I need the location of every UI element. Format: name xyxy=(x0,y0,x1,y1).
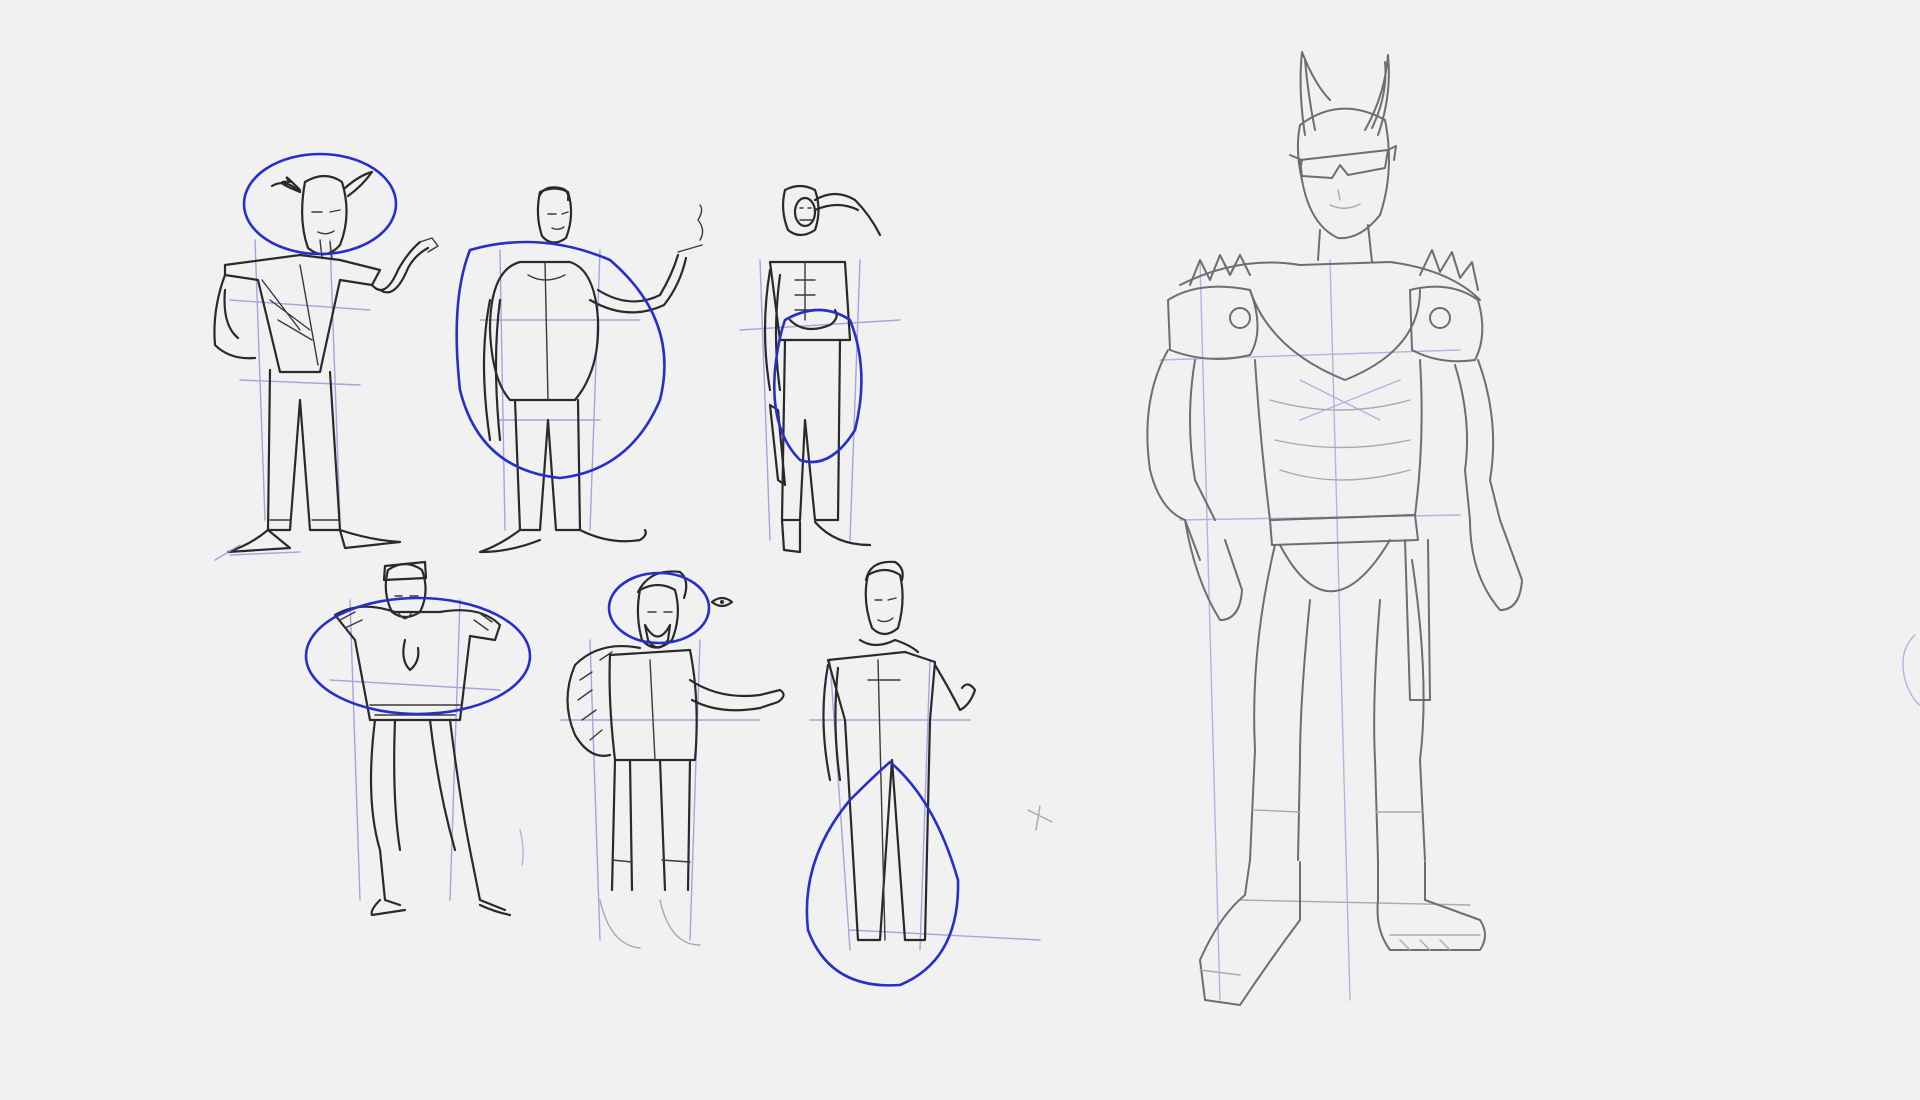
partial-edge-sketch xyxy=(1902,634,1920,706)
sketch-horned-man-in-suit xyxy=(213,152,439,561)
stray-pencil-mark xyxy=(1027,805,1053,831)
sketch-sheet xyxy=(213,51,1920,1006)
sketch-slender-man-with-cigarette xyxy=(455,186,704,554)
sketch-horned-demon-with-sunglasses xyxy=(1146,51,1523,1006)
stray-lavender-mark xyxy=(519,829,524,866)
sketch-man-in-long-coat xyxy=(805,560,1041,987)
sketch-canvas xyxy=(0,0,1920,1100)
sketch-hunched-officer-with-epaulettes xyxy=(304,560,532,917)
sketch-skull-mask-man-with-sword xyxy=(739,184,901,554)
sketch-bearded-man-with-fur-collar xyxy=(559,570,785,949)
